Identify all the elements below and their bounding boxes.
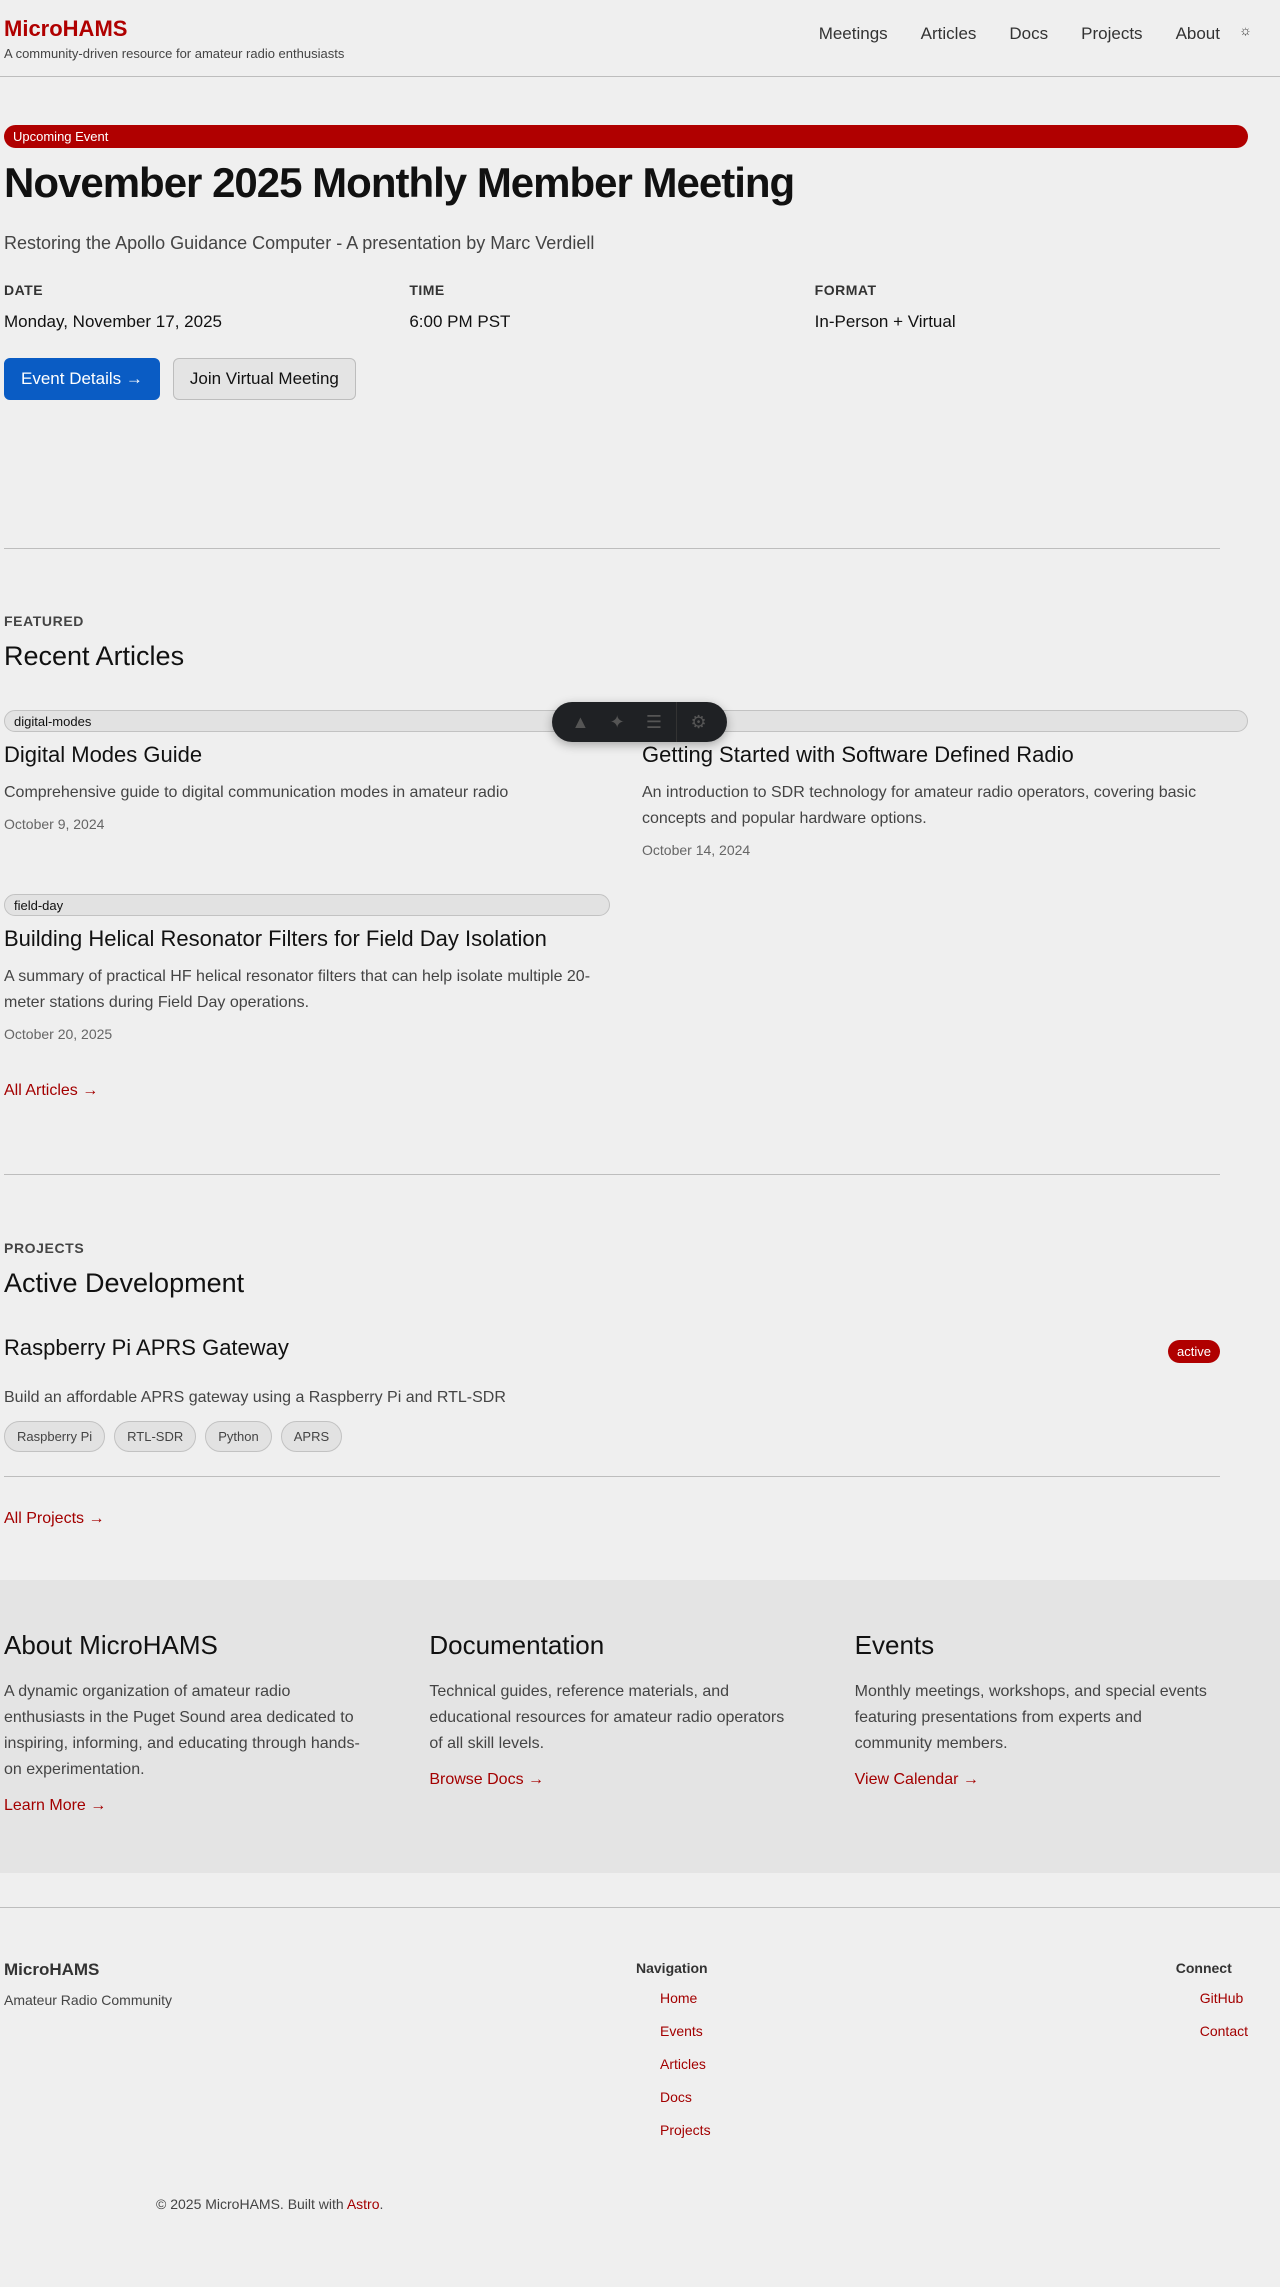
article-tag[interactable]: digital-modes [4, 710, 610, 732]
join-virtual-meeting-button[interactable]: Join Virtual Meeting [172, 358, 356, 401]
footer-link-articles[interactable]: Articles [660, 2056, 706, 2072]
nav-about[interactable]: About [1176, 24, 1220, 44]
footer-navigation: Navigation Home Events Articles Docs Pro… [636, 1960, 711, 2155]
article-summary: A summary of practical HF helical resona… [4, 968, 591, 1011]
toolbar-divider [675, 702, 677, 742]
event-title: November 2025 Monthly Member Meeting [4, 159, 795, 206]
event-badge: Upcoming Event [4, 125, 1248, 148]
band-text: A dynamic organization of amateur radio … [4, 1683, 360, 1778]
brand: MicroHAMS A community-driven resource fo… [4, 16, 344, 61]
recent-articles-section: FEATURED Recent Articles digital-modes D… [4, 549, 1248, 1175]
footer-brand-sub: Amateur Radio Community [4, 1992, 173, 2008]
learn-more-link[interactable]: Learn More → [4, 1797, 106, 1815]
article-card: sdr Getting Started with Software Define… [642, 710, 1248, 858]
dev-toolbar: ▲ ✦ ☰ ⚙ [552, 702, 727, 742]
article-date: October 14, 2024 [642, 842, 751, 858]
nav-docs[interactable]: Docs [1009, 24, 1048, 44]
band-title: About MicroHAMS [4, 1630, 218, 1660]
band-text: Technical guides, reference materials, a… [429, 1683, 785, 1752]
astro-logo-icon[interactable]: ▲ [565, 712, 595, 733]
project-title[interactable]: Raspberry Pi APRS Gateway [4, 1335, 1220, 1361]
status-badge: active [1168, 1340, 1220, 1363]
article-title[interactable]: Getting Started with Software Defined Ra… [642, 742, 1248, 768]
project-tag: Python [205, 1421, 272, 1452]
all-articles-link[interactable]: All Articles → [4, 1082, 98, 1100]
article-summary: An introduction to SDR technology for am… [642, 784, 1197, 827]
main-nav: Meetings Articles Docs Projects About [819, 24, 1220, 44]
meta-value: Monday, November 17, 2025 [4, 312, 222, 332]
about-column: About MicroHAMS A dynamic organization o… [4, 1630, 429, 1873]
nav-articles[interactable]: Articles [921, 24, 977, 44]
section-kicker: FEATURED [4, 613, 84, 629]
meta-label: DATE [4, 282, 44, 299]
view-calendar-link[interactable]: View Calendar → [855, 1771, 979, 1789]
site-title-link[interactable]: MicroHAMS [4, 16, 344, 42]
meta-label: TIME [409, 282, 445, 299]
nav-projects[interactable]: Projects [1081, 24, 1142, 44]
meta-date: DATE Monday, November 17, 2025 [4, 282, 409, 332]
article-title[interactable]: Digital Modes Guide [4, 742, 610, 768]
browse-docs-link[interactable]: Browse Docs → [429, 1771, 544, 1789]
project-tag: Raspberry Pi [4, 1421, 106, 1452]
project-tag: RTL-SDR [114, 1421, 197, 1452]
band-text: Monthly meetings, workshops, and special… [854, 1683, 1207, 1752]
footer-link-docs[interactable]: Docs [660, 2089, 692, 2105]
nav-meetings[interactable]: Meetings [819, 24, 888, 44]
event-actions: Event Details → Join Virtual Meeting [4, 358, 1220, 401]
meta-time: TIME 6:00 PM PST [409, 282, 814, 332]
article-card: field-day Building Helical Resonator Fil… [4, 894, 610, 1042]
footer-link-home[interactable]: Home [660, 1990, 697, 2006]
section-title: Active Development [4, 1268, 245, 1298]
event-subtitle: Restoring the Apollo Guidance Computer -… [4, 233, 595, 254]
footer-brand: MicroHAMS Amateur Radio Community [4, 1960, 172, 2008]
project-summary: Build an affordable APRS gateway using a… [4, 1389, 506, 1406]
events-column: Events Monthly meetings, workshops, and … [855, 1630, 1280, 1873]
event-hero: Upcoming Event November 2025 Monthly Mem… [4, 77, 1248, 549]
meta-value: In-Person + Virtual [814, 312, 956, 332]
project-tags: Raspberry Pi RTL-SDR Python APRS [4, 1421, 1220, 1452]
event-details-button[interactable]: Event Details → [4, 358, 160, 401]
article-card: digital-modes Digital Modes Guide Compre… [4, 710, 610, 858]
footer-brand-name: MicroHAMS [4, 1960, 100, 1979]
footer-connect: Connect GitHub Contact [1176, 1960, 1248, 2056]
project-tag: APRS [280, 1421, 343, 1452]
article-date: October 9, 2024 [4, 816, 105, 832]
article-date: October 20, 2025 [4, 1026, 113, 1042]
article-title[interactable]: Building Helical Resonator Filters for F… [4, 926, 610, 952]
site-tagline: A community-driven resource for amateur … [4, 46, 345, 61]
footer-link-github[interactable]: GitHub [1200, 1990, 1244, 2006]
article-tag[interactable]: field-day [4, 894, 610, 916]
event-meta: DATE Monday, November 17, 2025 TIME 6:00… [4, 282, 1220, 332]
site-header: MicroHAMS A community-driven resource fo… [0, 0, 1280, 77]
article-grid: digital-modes Digital Modes Guide Compre… [4, 710, 1248, 1042]
meta-label: FORMAT [814, 282, 877, 299]
article-summary: Comprehensive guide to digital communica… [4, 784, 509, 801]
footer-link-events[interactable]: Events [660, 2023, 703, 2039]
all-projects-link[interactable]: All Projects → [4, 1510, 104, 1528]
section-title: Recent Articles [4, 641, 185, 671]
inspect-icon[interactable]: ✦ [602, 712, 632, 733]
meta-format: FORMAT In-Person + Virtual [815, 282, 1220, 332]
copyright-text: © 2025 MicroHAMS. Built with [156, 2196, 347, 2212]
copyright-suffix: . [379, 2196, 384, 2212]
audit-icon[interactable]: ☰ [639, 712, 669, 733]
settings-icon[interactable]: ⚙ [684, 712, 714, 733]
info-band: About MicroHAMS A dynamic organization o… [0, 1580, 1280, 1873]
astro-link[interactable]: Astro [347, 2196, 380, 2212]
footer-connect-heading: Connect [1175, 1960, 1232, 1976]
footer-link-contact[interactable]: Contact [1200, 2023, 1248, 2039]
article-tag[interactable]: sdr [642, 710, 1248, 732]
site-footer: MicroHAMS Amateur Radio Community Naviga… [0, 1907, 1280, 2287]
footer-link-projects[interactable]: Projects [660, 2122, 711, 2138]
theme-toggle-icon[interactable]: ☼ [1239, 22, 1252, 38]
meta-value: 6:00 PM PST [409, 312, 511, 332]
section-kicker: PROJECTS [4, 1240, 85, 1256]
copyright: © 2025 MicroHAMS. Built with Astro. [156, 2196, 383, 2212]
project-card: Raspberry Pi APRS Gateway active Build a… [4, 1335, 1220, 1477]
band-title: Documentation [429, 1630, 605, 1660]
projects-section: PROJECTS Active Development Raspberry Pi… [4, 1175, 1220, 1580]
docs-column: Documentation Technical guides, referenc… [429, 1630, 854, 1873]
band-title: Events [854, 1630, 935, 1660]
footer-nav-heading: Navigation [636, 1960, 708, 1976]
